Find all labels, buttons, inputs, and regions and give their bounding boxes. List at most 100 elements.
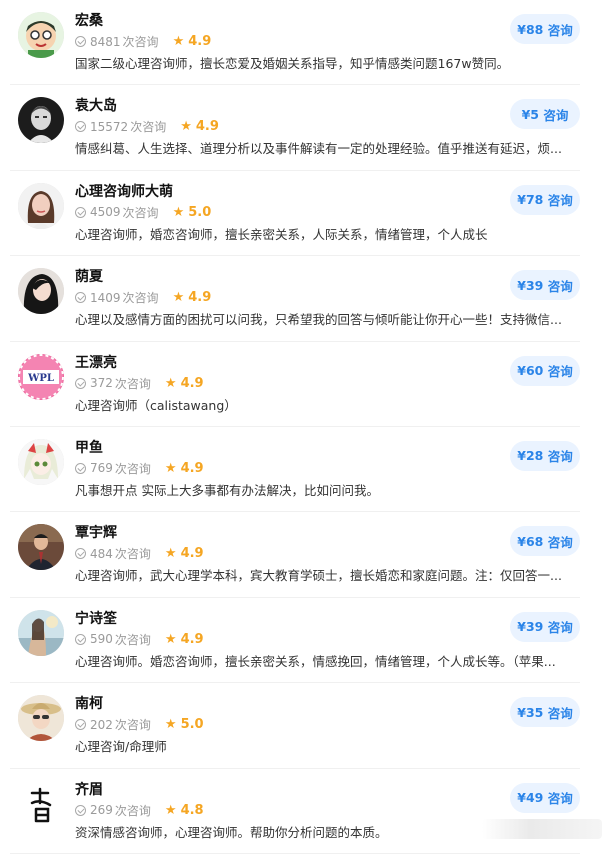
check-circle-icon — [75, 804, 86, 816]
consult-count-unit: 次咨询 — [114, 803, 151, 818]
expert-meta: 484 次咨询 ★ 4.9 — [75, 545, 204, 562]
check-circle-icon — [75, 292, 86, 304]
rating-value: 4.8 — [180, 802, 204, 818]
consult-label: 咨询 — [547, 449, 573, 465]
consult-count: 590 — [90, 632, 113, 647]
list-item[interactable]: 荫夏 1409 次咨询 ★ 4.9 心理以及感情方面的困扰可以问我，只希望我的回… — [10, 256, 580, 342]
consult-label: 咨询 — [547, 620, 573, 636]
wpl-logo-avatar[interactable]: WPL — [18, 353, 64, 400]
price-label: ¥68 — [517, 533, 544, 549]
check-circle-icon — [75, 377, 86, 389]
expert-name[interactable]: 甲鱼 — [75, 437, 103, 457]
consult-button[interactable]: ¥39 咨询 — [510, 270, 580, 301]
consult-button[interactable]: ¥68 咨询 — [510, 526, 580, 557]
blurred-watermark — [482, 819, 602, 839]
price-label: ¥39 — [517, 277, 544, 293]
star-icon: ★ — [172, 290, 185, 306]
expert-description: 凡事想开点 实际上大多事都有办法解决，比如问问我。 — [75, 482, 379, 498]
woman-dark-hair-avatar[interactable] — [18, 268, 64, 315]
painting-avatar[interactable] — [18, 609, 64, 656]
expert-name[interactable]: 荫夏 — [75, 266, 103, 286]
expert-name[interactable]: 王漂亮 — [75, 352, 117, 372]
consult-count: 372 — [90, 376, 113, 391]
consult-count: 484 — [90, 546, 113, 561]
price-label: ¥60 — [517, 363, 544, 379]
consult-label: 咨询 — [547, 705, 573, 721]
consult-button[interactable]: ¥28 咨询 — [510, 440, 580, 471]
consult-button[interactable]: ¥39 咨询 — [510, 611, 580, 642]
price-label: ¥28 — [517, 448, 544, 464]
expert-name[interactable]: 宏桑 — [75, 10, 103, 30]
rating-value: 4.9 — [188, 290, 212, 306]
consult-button[interactable]: ¥49 咨询 — [510, 782, 580, 813]
expert-name[interactable]: 宁诗筌 — [75, 608, 117, 628]
consult-label: 咨询 — [547, 534, 573, 550]
star-icon: ★ — [164, 802, 177, 818]
expert-meta: 769 次咨询 ★ 4.9 — [75, 460, 204, 477]
list-item[interactable]: 齐眉 269 次咨询 ★ 4.8 资深情感咨询师，心理咨询师。帮助你分析问题的本… — [10, 769, 580, 854]
list-item[interactable]: 袁大岛 15572 次咨询 ★ 4.9 情感纠葛、人生选择、道理分析以及事件解读… — [10, 85, 580, 171]
expert-description: 心理咨询师，婚恋咨询师，擅长亲密关系，人际关系，情绪管理，个人成长 — [75, 226, 488, 242]
expert-name[interactable]: 心理咨询师大萌 — [75, 181, 173, 201]
consult-button[interactable]: ¥88 咨询 — [510, 14, 580, 44]
rating-value: 4.9 — [180, 631, 204, 647]
consult-button[interactable]: ¥78 咨询 — [510, 184, 580, 215]
woman-hat-avatar[interactable] — [18, 695, 64, 742]
expert-list: 宏桑 8481 次咨询 ★ 4.9 国家二级心理咨询师，擅长恋爱及婚姻关系指导，… — [0, 0, 608, 854]
consult-label: 咨询 — [547, 22, 573, 38]
check-circle-icon — [75, 719, 86, 731]
consult-count: 269 — [90, 803, 113, 818]
list-item[interactable]: 宁诗筌 590 次咨询 ★ 4.9 心理咨询师。婚恋咨询师，擅长亲密关系，情感挽… — [10, 598, 580, 684]
price-label: ¥5 — [521, 106, 540, 122]
star-icon: ★ — [172, 34, 185, 49]
check-circle-icon — [75, 121, 86, 133]
expert-name[interactable]: 覃宇辉 — [75, 522, 117, 542]
consult-label: 咨询 — [547, 278, 573, 294]
price-label: ¥78 — [517, 192, 544, 208]
consult-count: 769 — [90, 461, 113, 476]
consult-button[interactable]: ¥35 咨询 — [510, 697, 580, 728]
consult-count-unit: 次咨询 — [114, 461, 151, 476]
price-label: ¥49 — [517, 790, 544, 806]
man-suit-avatar[interactable] — [18, 524, 64, 571]
anime-girl-avatar[interactable] — [18, 438, 64, 485]
calligraphy-avatar[interactable] — [18, 780, 64, 827]
expert-name[interactable]: 齐眉 — [75, 779, 103, 799]
cartoon-boy-avatar[interactable] — [18, 12, 64, 58]
consult-count-unit: 次咨询 — [114, 718, 151, 733]
svg-text:WPL: WPL — [27, 373, 54, 384]
star-icon: ★ — [180, 119, 192, 135]
list-item[interactable]: 覃宇辉 484 次咨询 ★ 4.9 心理咨询师，武大心理学本科，宾大教育学硕士，… — [10, 512, 580, 598]
rating-value: 4.9 — [180, 375, 204, 391]
list-item[interactable]: 南柯 202 次咨询 ★ 5.0 心理咨询/命理师 ¥35 咨询 — [10, 683, 580, 769]
rating-value: 4.9 — [180, 546, 204, 562]
consult-button[interactable]: ¥5 咨询 — [510, 99, 580, 130]
consult-count-unit: 次咨询 — [122, 291, 159, 306]
expert-meta: 202 次咨询 ★ 5.0 — [75, 716, 204, 733]
list-item[interactable]: 甲鱼 769 次咨询 ★ 4.9 凡事想开点 实际上大多事都有办法解决，比如问问… — [10, 427, 580, 513]
rating-value: 5.0 — [188, 204, 212, 220]
list-item[interactable]: 心理咨询师大萌 4509 次咨询 ★ 5.0 心理咨询师，婚恋咨询师，擅长亲密关… — [10, 171, 580, 257]
list-item[interactable]: WPL 王漂亮 372 次咨询 ★ 4.9 心理咨询师（calistawang）… — [10, 342, 580, 427]
portrait-man-avatar[interactable] — [18, 97, 64, 144]
woman-photo-avatar[interactable] — [18, 182, 64, 229]
expert-description: 情感纠葛、人生选择、道理分析以及事件解读有一定的处理经验。值乎推送有延迟，烦..… — [75, 141, 562, 157]
star-icon: ★ — [164, 546, 177, 562]
expert-meta: 1409 次咨询 ★ 4.9 — [75, 289, 211, 306]
expert-description: 心理以及感情方面的困扰可以问我，只希望我的回答与倾听能让你开心一些！支持微信..… — [75, 312, 562, 328]
expert-description: 国家二级心理咨询师，擅长恋爱及婚姻关系指导，知乎情感类问题167w赞同。 — [75, 56, 510, 71]
expert-description: 心理咨询师，武大心理学本科，宾大教育学硕士，擅长婚恋和家庭问题。注：仅回答一..… — [75, 568, 562, 584]
check-circle-icon — [75, 548, 86, 560]
consult-count-unit: 次咨询 — [114, 547, 151, 562]
consult-count: 1409 — [90, 290, 121, 305]
star-icon: ★ — [164, 375, 177, 391]
list-item[interactable]: 宏桑 8481 次咨询 ★ 4.9 国家二级心理咨询师，擅长恋爱及婚姻关系指导，… — [10, 0, 580, 86]
price-label: ¥88 — [517, 21, 544, 37]
consult-count: 4509 — [90, 205, 121, 220]
expert-name[interactable]: 袁大岛 — [75, 95, 117, 115]
expert-name[interactable]: 南柯 — [75, 693, 103, 713]
consult-count: 15572 — [90, 119, 129, 134]
consult-button[interactable]: ¥60 咨询 — [510, 355, 580, 386]
consult-count-unit: 次咨询 — [130, 120, 167, 135]
rating-value: 4.9 — [180, 460, 204, 476]
